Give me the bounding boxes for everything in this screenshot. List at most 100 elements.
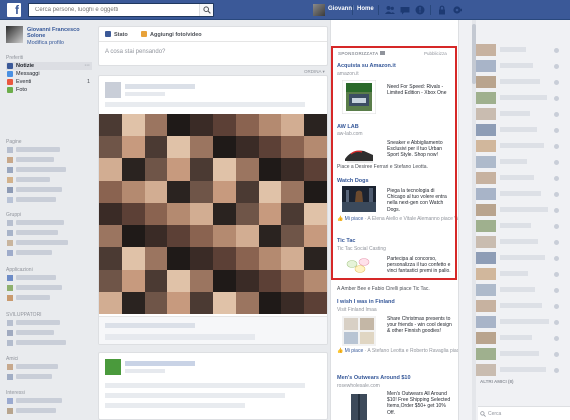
chat-contact-name[interactable]	[500, 335, 532, 340]
chat-contact-name[interactable]	[500, 223, 531, 228]
app-link[interactable]	[16, 285, 62, 290]
like-comment-links[interactable]	[105, 323, 195, 328]
chat-contact-name[interactable]	[500, 79, 540, 84]
profile-name-link[interactable]: Giovanni Francesco Solone	[27, 27, 95, 39]
search-box[interactable]	[28, 3, 214, 17]
chat-contact-avatar[interactable]	[476, 172, 496, 184]
chat-contact-avatar[interactable]	[476, 300, 496, 312]
chat-contact-avatar[interactable]	[476, 316, 496, 328]
search-button[interactable]	[199, 4, 213, 16]
chat-contact-name[interactable]	[500, 255, 545, 260]
post-author-name[interactable]	[125, 84, 195, 89]
group-icon[interactable]	[7, 240, 13, 246]
chat-contact-avatar[interactable]	[476, 124, 496, 136]
chat-contact-name[interactable]	[500, 319, 549, 324]
chat-contact-name[interactable]	[500, 47, 526, 52]
facebook-logo[interactable]: f	[7, 3, 21, 17]
dev-icon[interactable]	[7, 330, 13, 336]
tab-status[interactable]: Stato	[105, 31, 128, 38]
post-timestamp[interactable]	[125, 369, 165, 373]
chat-contact-avatar[interactable]	[476, 108, 496, 120]
chat-contact-avatar[interactable]	[476, 236, 496, 248]
dev-link[interactable]	[16, 330, 54, 335]
chat-contact-avatar[interactable]	[476, 284, 496, 296]
interest-icon[interactable]	[7, 408, 13, 414]
ad-title-link[interactable]: I wish I was in Finland	[337, 299, 395, 305]
chat-contact-avatar[interactable]	[476, 44, 496, 56]
chat-contact-name[interactable]	[500, 95, 547, 100]
nav-item-messages[interactable]: Messaggi	[6, 70, 92, 78]
chat-contact-name[interactable]	[500, 303, 542, 308]
chat-contact-avatar[interactable]	[476, 92, 496, 104]
post-author-avatar[interactable]	[105, 82, 121, 98]
home-link[interactable]: Home	[357, 6, 374, 12]
page-link[interactable]	[16, 177, 50, 182]
profile-avatar[interactable]	[6, 26, 23, 43]
chat-contact-name[interactable]	[500, 271, 528, 276]
nav-item-events[interactable]: Eventi 1	[6, 78, 92, 86]
chat-contact-avatar[interactable]	[476, 140, 496, 152]
chat-contact-name[interactable]	[500, 63, 533, 68]
chat-contact-name[interactable]	[500, 159, 527, 164]
ad-url[interactable]: Visit Finland Imaa	[337, 307, 377, 313]
comment-field[interactable]	[105, 334, 255, 340]
app-link[interactable]	[16, 275, 56, 280]
search-input[interactable]	[29, 4, 199, 16]
ad-title-link[interactable]: Men's Outwears Around $10	[337, 375, 411, 381]
chat-contact-name[interactable]	[500, 127, 537, 132]
chat-contact-avatar[interactable]	[476, 60, 496, 72]
chat-contact-avatar[interactable]	[476, 348, 496, 360]
chat-contact-avatar[interactable]	[476, 156, 496, 168]
tab-add-photo[interactable]: Aggiungi foto/video	[141, 31, 202, 38]
page-link[interactable]	[16, 147, 60, 152]
post-author-name[interactable]	[125, 361, 195, 366]
ad-url[interactable]: rosewholesale.com	[337, 383, 380, 389]
status-input[interactable]: A cosa stai pensando?	[105, 49, 165, 55]
chat-contact-name[interactable]	[500, 143, 544, 148]
chat-contact-name[interactable]	[500, 351, 539, 356]
app-link[interactable]	[16, 295, 50, 300]
page-icon[interactable]	[7, 147, 13, 153]
group-icon[interactable]	[7, 250, 13, 256]
app-icon[interactable]	[7, 295, 13, 301]
friend-requests-icon[interactable]	[384, 4, 396, 16]
chat-contact-name[interactable]	[500, 239, 538, 244]
app-icon[interactable]	[7, 285, 13, 291]
chat-contact-name[interactable]	[500, 207, 548, 212]
chat-contact-avatar[interactable]	[476, 76, 496, 88]
group-icon[interactable]	[7, 230, 13, 236]
group-link[interactable]	[16, 220, 64, 225]
app-icon[interactable]	[7, 275, 13, 281]
chat-contact-avatar[interactable]	[476, 252, 496, 264]
ad-image[interactable]	[342, 316, 376, 346]
friend-list-icon[interactable]	[7, 364, 13, 370]
chat-contact-avatar[interactable]	[476, 332, 496, 344]
settings-gear-icon[interactable]	[451, 4, 463, 16]
more-options-icon[interactable]: ···	[85, 62, 91, 70]
dev-icon[interactable]	[7, 340, 13, 346]
chat-contact-name[interactable]	[500, 287, 535, 292]
ad-like-button[interactable]: Mi piace	[345, 348, 364, 354]
page-icon[interactable]	[7, 167, 13, 173]
page-icon[interactable]	[7, 177, 13, 183]
chat-contact-name[interactable]	[500, 175, 534, 180]
page-icon[interactable]	[7, 197, 13, 203]
chat-contact-avatar[interactable]	[476, 204, 496, 216]
ad-image[interactable]	[342, 392, 376, 420]
post-timestamp[interactable]	[125, 92, 165, 96]
page-link[interactable]	[16, 197, 56, 202]
page-icon[interactable]	[7, 157, 13, 163]
friend-list-link[interactable]	[16, 364, 58, 369]
page-link[interactable]	[16, 157, 54, 162]
interest-icon[interactable]	[7, 398, 13, 404]
chat-search-bar[interactable]: Cerca	[478, 406, 570, 420]
nav-item-news[interactable]: Notizie ···	[6, 62, 92, 70]
page-link[interactable]	[16, 187, 62, 192]
dev-link[interactable]	[16, 320, 60, 325]
privacy-lock-icon[interactable]	[436, 4, 448, 16]
post-author-avatar[interactable]	[105, 359, 121, 375]
chat-contact-name[interactable]	[500, 191, 541, 196]
group-icon[interactable]	[7, 220, 13, 226]
edit-profile-link[interactable]: Modifica profilo	[27, 40, 64, 46]
interest-link[interactable]	[16, 408, 56, 413]
